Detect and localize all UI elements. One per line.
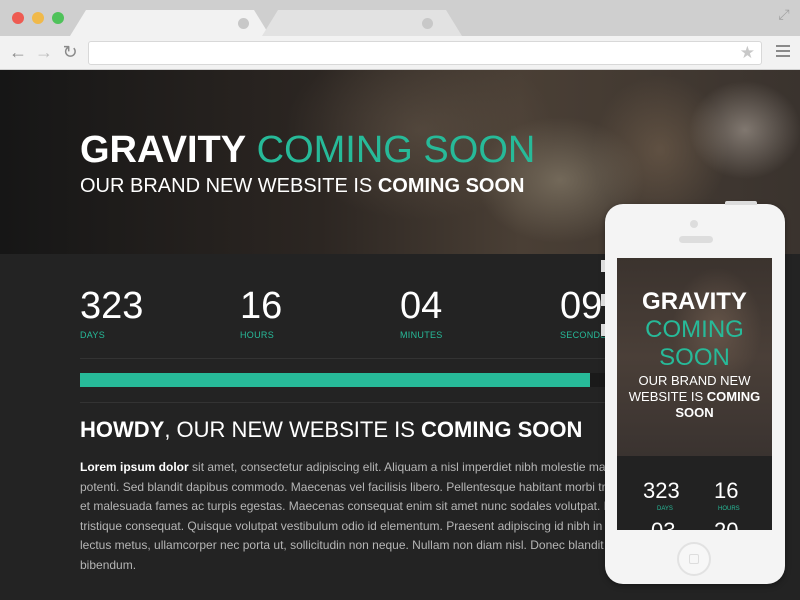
hero-title-brand: GRAVITY [80, 129, 247, 171]
arrow-right-icon[interactable]: → [34, 42, 54, 62]
hero-title: GRAVITY COMING SOON [80, 128, 535, 172]
body-bold-lead: Lorem ipsum dolor [80, 460, 189, 474]
hero-subtitle-bold: COMING SOON [377, 175, 525, 197]
phone-countdown-seconds-value: 20 [714, 518, 738, 530]
phone-camera [690, 220, 698, 228]
minimize-window-button[interactable] [32, 12, 44, 24]
divider [80, 402, 640, 403]
countdown-minutes-label: MINUTES [400, 330, 443, 340]
tab-bar: ⤢ [0, 0, 800, 36]
section-heading: HOWDY, OUR NEW WEBSITE IS COMING SOON [80, 416, 582, 444]
body-line: Lorem ipsum dolor sit amet, consectetur … [80, 458, 620, 478]
phone-countdown-hours-value: 16 [714, 478, 739, 503]
hero-subtitle-prefix: OUR BRAND NEW WEBSITE IS [80, 175, 378, 197]
countdown-hours-label: HOURS [240, 330, 275, 340]
countdown-seconds-value: 09 [560, 285, 603, 327]
divider [80, 358, 640, 359]
body-line: bibendum. [80, 557, 137, 572]
phone-home-square-icon [689, 554, 699, 564]
phone-subtitle-bold-2: SOON [675, 405, 714, 420]
phone-countdown-days-value: 323 [643, 478, 680, 503]
close-window-button[interactable] [12, 12, 24, 24]
hero-title-accent: COMING SOON [246, 129, 536, 171]
progress-bar-fill [80, 373, 590, 387]
body-line-text: sit amet, consectetur adipiscing elit. A… [188, 460, 620, 474]
phone-hero-title: GRAVITY COMING SOON [617, 288, 772, 372]
hero-subtitle: OUR BRAND NEW WEBSITE IS COMING SOON [80, 174, 524, 198]
phone-power-button [725, 201, 757, 205]
countdown-days-label: DAYS [80, 330, 106, 340]
maximize-window-button[interactable] [52, 12, 64, 24]
phone-volume-button [601, 294, 605, 306]
phone-hero: GRAVITY COMING SOON OUR BRAND NEW WEBSIT… [617, 258, 772, 456]
body-line: potenti. Sed blandit dapibus commodo. Ma… [80, 479, 620, 494]
phone-countdown-hours-label: HOURS [718, 506, 740, 512]
phone-subtitle-line2: WEBSITE IS COMING [617, 389, 772, 405]
phone-volume-button [601, 260, 605, 272]
hamburger-menu-icon[interactable] [776, 45, 790, 59]
tab-favicon-icon [422, 18, 433, 29]
phone-title-accent-1: COMING [645, 316, 744, 343]
countdown-hours-value: 16 [240, 285, 283, 327]
section-body-text: Lorem ipsum dolor sit amet, consectetur … [80, 458, 620, 576]
star-icon[interactable]: ★ [740, 43, 755, 63]
arrow-left-icon[interactable]: ← [8, 42, 28, 62]
phone-screen: GRAVITY COMING SOON OUR BRAND NEW WEBSIT… [617, 258, 772, 530]
progress-bar [80, 373, 640, 387]
phone-title-brand: GRAVITY [642, 288, 747, 315]
phone-subtitle-bold: COMING [706, 389, 761, 404]
browser-tab-inactive[interactable] [262, 10, 462, 36]
countdown-days-value: 323 [80, 285, 144, 327]
phone-title-accent-2: SOON [659, 344, 730, 371]
body-line: et malesuada fames ac turpis egestas. Ma… [80, 499, 620, 514]
tab-favicon-icon [238, 18, 249, 29]
body-line: lectus metus, ullamcorper nec porta ut, … [80, 538, 620, 553]
section-heading-middle: , OUR NEW WEBSITE IS [164, 417, 422, 442]
phone-subtitle-line1: OUR BRAND NEW [638, 373, 751, 388]
body-line: tristique consequat. Quisque volutpat ve… [80, 518, 620, 533]
browser-tab-active[interactable] [70, 10, 270, 36]
phone-hero-subtitle: OUR BRAND NEW WEBSITE IS COMING SOON [617, 373, 772, 421]
section-heading-bold-end: COMING SOON [421, 417, 583, 442]
phone-home-button [677, 542, 711, 576]
phone-countdown-minutes-value: 03 [651, 518, 675, 530]
expand-icon[interactable]: ⤢ [776, 6, 792, 22]
countdown-seconds-label: SECONDS [560, 330, 607, 340]
phone-countdown-days-label: DAYS [657, 506, 673, 512]
address-bar[interactable]: ★ [88, 41, 762, 65]
phone-subtitle-line3: SOON [617, 405, 772, 421]
countdown-minutes-value: 04 [400, 285, 443, 327]
section-heading-bold: HOWDY [80, 417, 165, 442]
phone-mockup: GRAVITY COMING SOON OUR BRAND NEW WEBSIT… [601, 201, 785, 584]
phone-speaker [679, 236, 713, 243]
phone-subtitle-line2-text: WEBSITE IS [628, 389, 707, 404]
browser-toolbar: ← → ↻ ★ [0, 36, 800, 70]
reload-icon[interactable]: ↻ [60, 42, 80, 62]
browser-chrome: ⤢ ← → ↻ ★ [0, 0, 800, 70]
phone-volume-button [601, 324, 605, 336]
